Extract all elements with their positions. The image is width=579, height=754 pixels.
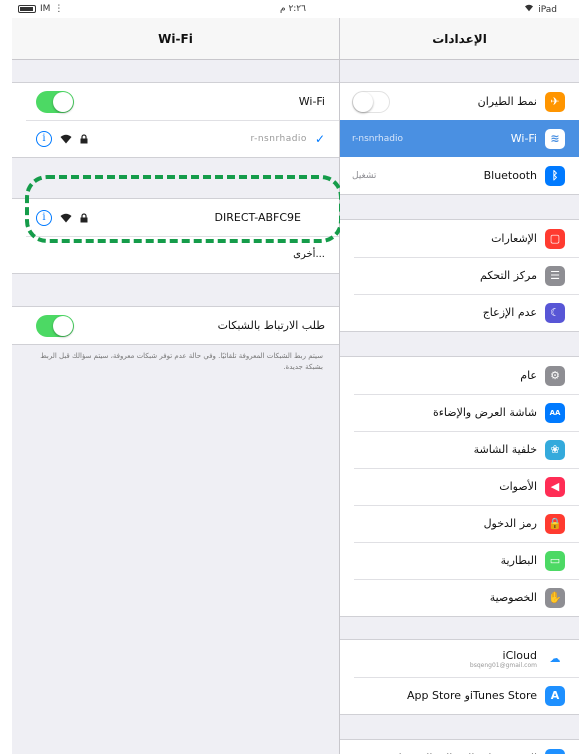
wifi-toggle[interactable] <box>36 90 74 113</box>
wifi-detail-pane: Wi-Fi Wi-Fi i r-nsnrhadio ✓ i DIRECT-ABF… <box>12 18 340 754</box>
settings-item-label: Wi-Fi <box>510 132 537 145</box>
wallpaper-icon: ❀ <box>545 439 565 460</box>
settings-item-value: r-nsnrhadio <box>352 133 403 144</box>
wifi-signal-icon <box>60 134 72 143</box>
signal-icon: ⋮ <box>54 4 64 14</box>
gear-icon: ⚙ <box>545 365 565 386</box>
connected-network-row[interactable]: i r-nsnrhadio ✓ <box>12 120 339 157</box>
settings-group: الإشعارات ▢ مركز التحكم ☰ عدم الإزعاج ☾ <box>340 219 579 332</box>
settings-item-label: الأصوات <box>499 480 537 493</box>
wifi-toggle-row: Wi-Fi <box>12 83 339 120</box>
control-center-icon: ☰ <box>545 265 565 286</box>
status-time: ٢:٢٦ م <box>280 4 306 14</box>
airplane-icon: ✈ <box>545 91 565 112</box>
display-brightness-icon: AA <box>545 402 565 423</box>
settings-item-battery[interactable]: البطارية ▭ <box>340 542 579 579</box>
settings-item-label: البطارية <box>500 554 537 567</box>
info-icon[interactable]: i <box>36 130 52 147</box>
settings-title: الإعدادات <box>432 31 487 46</box>
airplane-mode-toggle[interactable] <box>352 90 390 113</box>
settings-item-label: شاشة العرض والإضاءة <box>432 406 537 419</box>
speaker-icon: ◀ <box>545 476 565 497</box>
wifi-label: Wi-Fi <box>298 95 325 108</box>
settings-item-general[interactable]: عام ⚙ <box>340 357 579 394</box>
settings-item-wallpaper[interactable]: خلفية الشاشة ❀ <box>340 431 579 468</box>
info-icon[interactable]: i <box>36 209 52 226</box>
settings-item-label: الخصوصية <box>489 591 537 604</box>
networks-group: i DIRECT-ABFC9E أخرى... <box>12 198 339 274</box>
settings-nav-bar: الإعدادات <box>340 18 579 60</box>
hand-icon: ✋ <box>545 587 565 608</box>
ask-to-join-note: سيتم ربط الشبكات المعروفة تلقائيًا. وفي … <box>40 352 323 371</box>
page-title: Wi-Fi <box>158 31 193 46</box>
settings-item-label: iCloud <box>502 648 537 662</box>
lock-icon: 🔒 <box>545 513 565 534</box>
lock-icon <box>80 212 88 222</box>
wifi-signal-icon <box>60 213 72 222</box>
settings-item-notifications[interactable]: الإشعارات ▢ <box>340 220 579 257</box>
settings-item-icloud[interactable]: iCloud bsqeng01@gmail.com ☁ <box>340 640 579 677</box>
status-left: IM ⋮ <box>18 4 63 14</box>
status-bar: IM ⋮ ٢:٢٦ م iPad <box>0 0 579 18</box>
settings-group: عام ⚙ شاشة العرض والإضاءة AA خلفية الشاشة ❀ ال… <box>340 356 579 617</box>
mail-icon: ✉ <box>545 748 565 754</box>
carrier-label: IM <box>40 4 51 14</box>
other-network-row[interactable]: أخرى... <box>12 236 339 273</box>
wifi-main-group: Wi-Fi i r-nsnrhadio ✓ <box>12 82 339 158</box>
notifications-icon: ▢ <box>545 228 565 249</box>
connected-network-name: r-nsnrhadio <box>250 133 307 144</box>
app-store-icon: A <box>545 685 565 706</box>
settings-item-label: عدم الإزعاج <box>482 306 537 319</box>
settings-group: البريد وجهات الاتصال والتقويمات✉ <box>340 739 579 754</box>
device-label: iPad <box>538 4 557 15</box>
settings-item-label: مركز التحكم <box>480 269 537 282</box>
settings-item-value: تشغيل <box>352 170 377 181</box>
network-row-direct[interactable]: i DIRECT-ABFC9E <box>12 199 339 236</box>
account-email: bsqeng01@gmail.com <box>469 661 537 669</box>
settings-item-control-center[interactable]: مركز التحكم ☰ <box>340 257 579 294</box>
settings-item-app-store[interactable]: App Store وiTunes Store A <box>340 677 579 714</box>
settings-item-wifi[interactable]: r-nsnrhadio Wi-Fi ≋ <box>340 120 579 157</box>
ask-to-join-group: طلب الارتباط بالشبكات <box>12 306 339 345</box>
settings-group: iCloud bsqeng01@gmail.com ☁ App Store وiTun… <box>340 639 579 715</box>
other-network-label: أخرى... <box>293 249 325 260</box>
settings-item-airplane[interactable]: نمط الطيران ✈ <box>340 83 579 120</box>
status-right: iPad <box>524 4 557 15</box>
checkmark-icon: ✓ <box>314 131 325 146</box>
wifi-icon: ≋ <box>545 128 565 149</box>
ask-to-join-label: طلب الارتباط بالشبكات <box>217 319 325 332</box>
settings-item-mail[interactable]: البريد وجهات الاتصال والتقويمات✉ <box>340 740 579 754</box>
settings-item-label: رمز الدخول <box>483 517 537 530</box>
network-name: DIRECT-ABFC9E <box>214 211 301 224</box>
settings-group: نمط الطيران ✈ r-nsnrhadio Wi-Fi ≋ تشغيل Blueto… <box>340 82 579 195</box>
battery-icon: ▭ <box>545 550 565 571</box>
ask-to-join-toggle[interactable] <box>36 314 74 337</box>
settings-item-label: نمط الطيران <box>477 95 537 108</box>
settings-item-passcode[interactable]: رمز الدخول 🔒 <box>340 505 579 542</box>
settings-list: نمط الطيران ✈ r-nsnrhadio Wi-Fi ≋ تشغيل Blueto… <box>340 60 579 754</box>
bluetooth-icon: ᛒ <box>545 165 565 186</box>
settings-item-label: الإشعارات <box>491 232 537 245</box>
lock-icon <box>80 133 88 143</box>
settings-item-label: Bluetooth <box>483 169 537 182</box>
status-wifi-icon <box>524 4 534 15</box>
ask-to-join-row: طلب الارتباط بالشبكات <box>12 307 339 344</box>
settings-item-do-not-disturb[interactable]: عدم الإزعاج ☾ <box>340 294 579 331</box>
settings-item-sounds[interactable]: الأصوات ◀ <box>340 468 579 505</box>
settings-item-label: عام <box>520 369 537 382</box>
settings-item-display[interactable]: شاشة العرض والإضاءة AA <box>340 394 579 431</box>
wifi-nav-bar: Wi-Fi <box>12 18 339 60</box>
moon-icon: ☾ <box>545 302 565 323</box>
settings-item-bluetooth[interactable]: تشغيل Bluetooth ᛒ <box>340 157 579 194</box>
settings-master-pane: الإعدادات نمط الطيران ✈ r-nsnrhadio Wi-Fi ≋ ت… <box>340 18 579 754</box>
settings-item-label: App Store وiTunes Store <box>407 689 537 702</box>
settings-item-label: خلفية الشاشة <box>473 443 537 456</box>
settings-item-privacy[interactable]: الخصوصية ✋ <box>340 579 579 616</box>
battery-status-icon <box>18 5 36 13</box>
cloud-icon: ☁ <box>545 648 565 669</box>
